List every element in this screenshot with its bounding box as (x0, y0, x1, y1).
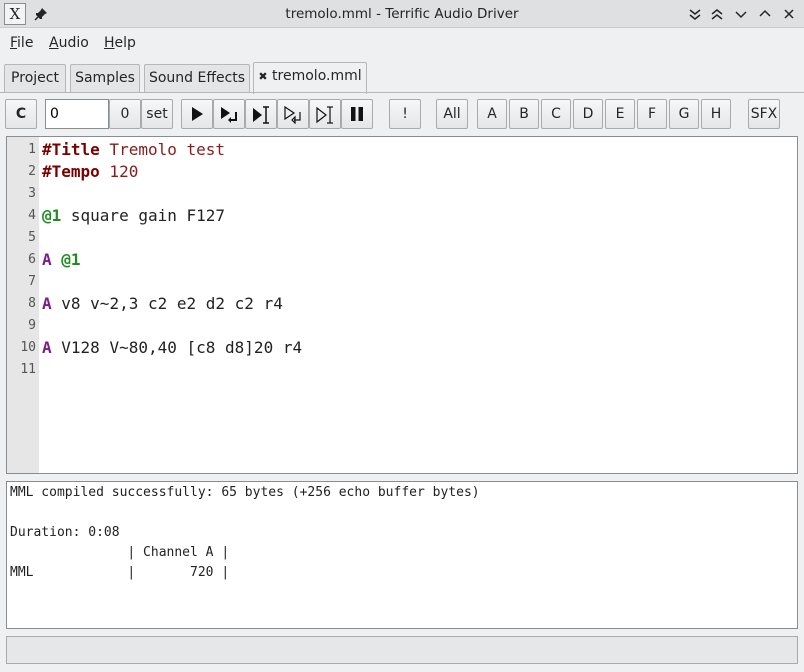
tab-sound-effects-label: Sound Effects (148, 70, 246, 86)
tab-divider (0, 92, 804, 93)
line-number: 8 (28, 296, 36, 311)
menu-audio-mnemonic: A (49, 35, 59, 51)
close-icon[interactable] (778, 4, 800, 24)
code-token: 120 (99, 162, 139, 181)
line-number: 1 (28, 142, 36, 157)
step-cursor-icon (284, 106, 301, 124)
maximize-icon[interactable] (754, 4, 776, 24)
line-number: 10 (20, 340, 36, 355)
tick-input[interactable] (45, 99, 109, 129)
output-line: | Channel A | (10, 545, 230, 560)
keep-below-icon[interactable] (684, 4, 706, 24)
code-line: @1 square gain F127 (42, 205, 225, 227)
code-token: @1 (61, 250, 81, 269)
channel-a-button[interactable]: A (477, 99, 507, 129)
tab-sound-effects[interactable]: Sound Effects (144, 64, 250, 93)
pause-button[interactable] (341, 99, 373, 129)
channel-g-button[interactable]: G (669, 99, 699, 129)
code-token: A (42, 250, 52, 269)
bang-button[interactable]: ! (389, 99, 421, 129)
menu-bar: File Audio Help (0, 29, 804, 57)
output-line: MML compiled successfully: 65 bytes (+25… (10, 485, 480, 500)
step-cursor-button[interactable] (277, 99, 309, 129)
code-token: @1 (42, 206, 62, 225)
compiler-output[interactable]: MML compiled successfully: 65 bytes (+25… (6, 481, 798, 629)
menu-file[interactable]: File (10, 29, 33, 57)
compile-button[interactable]: C (5, 99, 37, 129)
play-to-line-icon (253, 106, 269, 124)
keep-above-icon[interactable] (706, 4, 728, 24)
tab-samples-label: Samples (75, 70, 135, 86)
channel-d-button[interactable]: D (573, 99, 603, 129)
menu-file-mnemonic: F (10, 35, 18, 51)
line-number: 6 (28, 252, 36, 267)
play-from-cursor-button[interactable] (213, 99, 245, 129)
pin-icon[interactable] (32, 4, 50, 24)
line-number: 7 (28, 274, 36, 289)
menu-audio[interactable]: Audio (49, 29, 89, 57)
minimize-icon[interactable] (730, 4, 752, 24)
tab-close-icon[interactable]: ✖ (258, 70, 267, 83)
tab-project-label: Project (11, 70, 59, 86)
menu-help-mnemonic: H (104, 35, 115, 51)
tab-project[interactable]: Project (4, 64, 66, 93)
line-number: 11 (20, 362, 36, 377)
channel-c-button[interactable]: C (541, 99, 571, 129)
channel-e-button[interactable]: E (605, 99, 635, 129)
sfx-button[interactable]: SFX (748, 99, 780, 129)
code-line: A v8 v~2,3 c2 e2 d2 c2 r4 (42, 293, 283, 315)
app-icon[interactable]: X (4, 3, 26, 25)
step-line-icon (316, 106, 333, 124)
play-button[interactable] (181, 99, 213, 129)
channel-b-button[interactable]: B (509, 99, 539, 129)
channel-f-button[interactable]: F (637, 99, 667, 129)
code-token: Tremolo test (99, 140, 226, 159)
menu-file-label: ile (17, 35, 34, 51)
play-to-line-button[interactable] (245, 99, 277, 129)
code-token: A (42, 294, 52, 313)
code-token: #Tempo (42, 162, 100, 181)
line-number: 9 (28, 318, 36, 333)
set-button[interactable]: set (141, 99, 173, 129)
menu-help-label: elp (114, 35, 136, 51)
code-token: #Title (42, 140, 100, 159)
code-line: #Tempo 120 (42, 161, 138, 183)
play-from-cursor-icon (221, 107, 237, 123)
tab-bar: Project Samples Sound Effects ✖ tremolo.… (0, 57, 804, 94)
menu-audio-label: udio (58, 35, 89, 51)
code-line: A V128 V~80,40 [c8 d8]20 r4 (42, 337, 302, 359)
line-number: 3 (28, 186, 36, 201)
line-number-gutter: 1 2 3 4 5 6 7 8 9 10 11 (7, 137, 39, 473)
play-icon (192, 107, 203, 121)
line-number: 5 (28, 230, 36, 245)
code-line: #Title Tremolo test (42, 139, 225, 161)
code-token: square gain F127 (61, 206, 226, 225)
menu-help[interactable]: Help (104, 29, 136, 57)
tab-tremolo-mml[interactable]: ✖ tremolo.mml (253, 62, 367, 94)
code-token: v8 v~2,3 c2 e2 d2 c2 r4 (51, 294, 283, 313)
mml-editor[interactable]: 1 2 3 4 5 6 7 8 9 10 11 #Title Tremolo test #Tempo … (6, 136, 798, 474)
tab-samples[interactable]: Samples (70, 64, 140, 93)
tab-tremolo-mml-label: tremolo.mml (272, 68, 362, 84)
code-token: V128 V~80,40 [c8 d8]20 r4 (51, 338, 303, 357)
code-token: A (42, 338, 52, 357)
step-line-button[interactable] (309, 99, 341, 129)
zero-button[interactable]: 0 (109, 99, 141, 129)
line-number: 4 (28, 208, 36, 223)
channel-h-button[interactable]: H (701, 99, 731, 129)
pause-icon (351, 107, 363, 121)
output-line: MML | 720 | (10, 565, 230, 580)
output-line: Duration: 0:08 (10, 525, 120, 540)
line-number: 2 (28, 164, 36, 179)
status-bar (6, 636, 798, 664)
code-line: A @1 (42, 249, 81, 271)
channel-all-button[interactable]: All (436, 99, 468, 129)
